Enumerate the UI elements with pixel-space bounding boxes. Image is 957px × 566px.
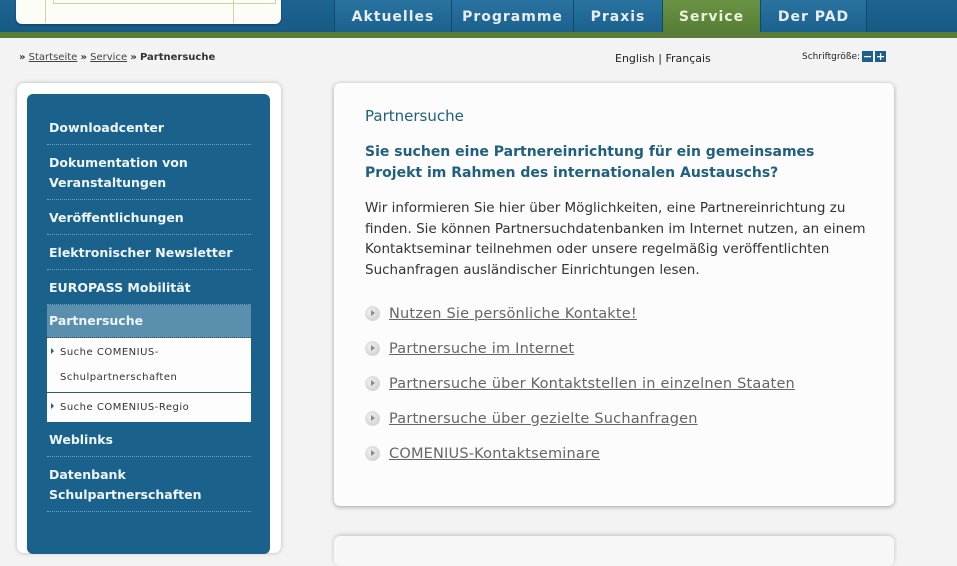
content-card: Partnersuche Sie suchen eine Partnereinr… bbox=[334, 83, 894, 506]
main-navigation: Aktuelles Programme Praxis Service Der P… bbox=[334, 0, 867, 32]
lead-question: Sie suchen eine Partnereinrichtung für e… bbox=[365, 144, 815, 181]
breadcrumb: » Startseite » Service » Partnersuche bbox=[19, 52, 215, 63]
language-switcher: English | Français bbox=[615, 52, 711, 65]
nav-item-praxis[interactable]: Praxis bbox=[574, 0, 663, 32]
page-title: Partnersuche bbox=[365, 107, 464, 125]
font-size-control: Schriftgröße: − + bbox=[802, 51, 887, 62]
sidebar-subitem-label: Suche COMENIUS-Schulpartnerschaften bbox=[60, 347, 178, 383]
link-partnersuche-internet[interactable]: Partnersuche im Internet bbox=[365, 331, 795, 366]
breadcrumb-current: Partnersuche bbox=[139, 52, 216, 63]
breadcrumb-startseite[interactable]: Startseite bbox=[29, 52, 78, 63]
sidebar-submenu: Suche COMENIUS-Schulpartnerschaften Such… bbox=[47, 338, 251, 422]
nav-item-service[interactable]: Service bbox=[663, 0, 761, 32]
sidebar-item-europass[interactable]: EUROPASS Mobilität bbox=[47, 270, 251, 305]
breadcrumb-separator: » bbox=[130, 52, 137, 63]
logo-frame-inner bbox=[53, 0, 276, 4]
font-decrease-icon[interactable]: − bbox=[862, 51, 874, 62]
sidebar-item-downloadcenter[interactable]: Downloadcenter bbox=[47, 110, 251, 145]
breadcrumb-separator: » bbox=[19, 52, 26, 63]
breadcrumb-separator: » bbox=[80, 52, 87, 63]
link-suchanfragen[interactable]: Partnersuche über gezielte Suchanfragen bbox=[365, 401, 795, 436]
link-label[interactable]: Partnersuche im Internet bbox=[389, 341, 574, 357]
arrow-bullet-icon bbox=[365, 376, 380, 391]
nav-item-programme[interactable]: Programme bbox=[452, 0, 574, 32]
link-kontaktseminare[interactable]: COMENIUS-Kontaktseminare bbox=[365, 436, 795, 471]
nav-item-der-pad[interactable]: Der PAD bbox=[761, 0, 867, 32]
next-content-card bbox=[334, 536, 894, 566]
sidebar-subitem-label: Suche COMENIUS-Regio bbox=[60, 402, 190, 413]
sidebar-item-datenbank[interactable]: Datenbank Schulpartnerschaften bbox=[47, 457, 251, 512]
link-label[interactable]: Nutzen Sie persönliche Kontakte! bbox=[389, 306, 637, 322]
link-kontaktstellen[interactable]: Partnersuche über Kontaktstellen in einz… bbox=[365, 366, 795, 401]
sidebar: Downloadcenter Dokumentation von Veranst… bbox=[27, 94, 270, 554]
language-divider: | bbox=[658, 52, 662, 65]
font-size-label: Schriftgröße: bbox=[802, 51, 861, 62]
logo-area[interactable] bbox=[16, 0, 281, 24]
link-label[interactable]: Partnersuche über gezielte Suchanfragen bbox=[389, 411, 698, 427]
nav-item-aktuelles[interactable]: Aktuelles bbox=[335, 0, 452, 32]
link-label[interactable]: Partnersuche über Kontaktstellen in einz… bbox=[389, 376, 795, 392]
sidebar-item-veroeffentlichungen[interactable]: Veröffentlichungen bbox=[47, 200, 251, 235]
sidebar-item-weblinks[interactable]: Weblinks bbox=[47, 422, 251, 457]
sidebar-item-newsletter[interactable]: Elektronischer Newsletter bbox=[47, 235, 251, 270]
header-accent-line bbox=[0, 32, 957, 38]
font-increase-icon[interactable]: + bbox=[875, 51, 887, 62]
sidebar-item-partnersuche[interactable]: Partnersuche bbox=[47, 305, 251, 338]
bullet-arrow-icon bbox=[51, 403, 54, 409]
link-list: Nutzen Sie persönliche Kontakte! Partner… bbox=[365, 296, 795, 471]
language-english-link[interactable]: English bbox=[615, 52, 655, 65]
arrow-bullet-icon bbox=[365, 446, 380, 461]
language-french-link[interactable]: Français bbox=[665, 52, 710, 65]
intro-paragraph: Wir informieren Sie hier über Möglichkei… bbox=[365, 200, 866, 278]
sidebar-menu: Downloadcenter Dokumentation von Veranst… bbox=[47, 110, 251, 512]
sidebar-subitem-schulpartnerschaften[interactable]: Suche COMENIUS-Schulpartnerschaften bbox=[47, 338, 251, 393]
link-label[interactable]: COMENIUS-Kontaktseminare bbox=[389, 446, 600, 462]
sidebar-subitem-regio[interactable]: Suche COMENIUS-Regio bbox=[47, 393, 251, 422]
arrow-bullet-icon bbox=[365, 411, 380, 426]
sidebar-item-dokumentation[interactable]: Dokumentation von Veranstaltungen bbox=[47, 145, 251, 200]
link-persoenliche-kontakte[interactable]: Nutzen Sie persönliche Kontakte! bbox=[365, 296, 795, 331]
bullet-arrow-icon bbox=[51, 348, 54, 354]
breadcrumb-service[interactable]: Service bbox=[90, 52, 127, 63]
arrow-bullet-icon bbox=[365, 306, 380, 321]
arrow-bullet-icon bbox=[365, 341, 380, 356]
